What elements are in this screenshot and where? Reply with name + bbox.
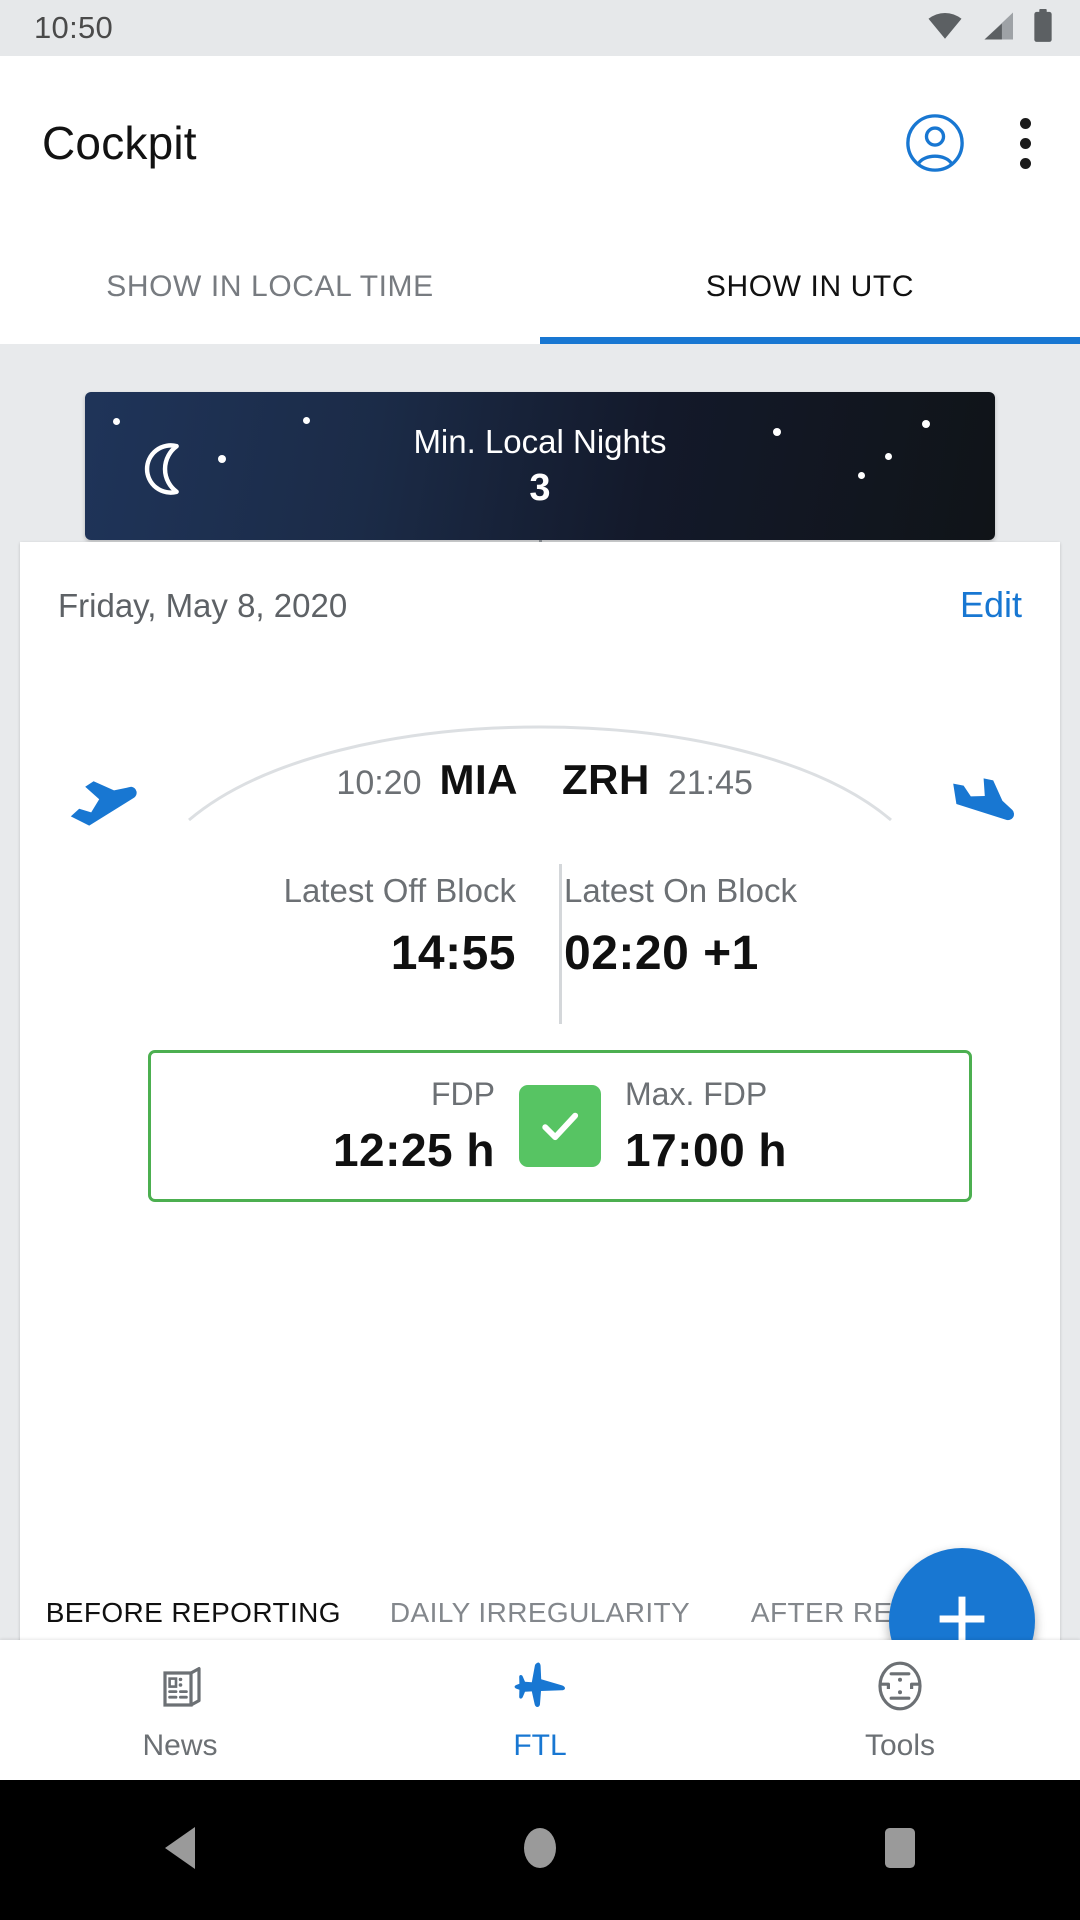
battery-icon <box>1032 8 1054 48</box>
latest-off-block: Latest Off Block 14:55 <box>240 872 540 981</box>
night-banner-label: Min. Local Nights <box>413 422 667 460</box>
tab-label: SHOW IN LOCAL TIME <box>106 270 434 303</box>
route-section: 10:20 MIA ZRH 21:45 <box>20 682 1060 882</box>
more-vert-icon[interactable] <box>1000 112 1050 174</box>
departure-endpoint: 10:20 MIA <box>240 756 540 804</box>
airplane-icon <box>510 1658 570 1719</box>
latest-on-block-label: Latest On Block <box>564 872 797 909</box>
latest-on-block-value: 02:20 +1 <box>564 927 759 980</box>
departure-time: 10:20 <box>336 764 422 802</box>
circle-home-icon <box>520 1823 560 1878</box>
nav-item-news[interactable]: News <box>0 1640 360 1780</box>
tab-label: SHOW IN UTC <box>705 270 915 303</box>
latest-off-block-label: Latest Off Block <box>283 872 516 909</box>
status-bar: 10:50 <box>0 0 1080 56</box>
fdp-summary-box[interactable]: FDP 12:25 h Max. FDP 17:00 h <box>148 1050 972 1202</box>
page-title: Cockpit <box>42 117 197 169</box>
latest-on-block: Latest On Block 02:20 +1 <box>540 872 840 981</box>
check-icon <box>519 1085 601 1167</box>
gauge-icon <box>872 1658 928 1719</box>
time-mode-tabs: SHOW IN LOCAL TIME SHOW IN UTC <box>0 230 1080 344</box>
tab-before-reporting[interactable]: BEFORE REPORTING <box>20 1539 367 1640</box>
duty-card-may-8[interactable]: Friday, May 8, 2020 Edit 10:20 MIA ZRH 2… <box>20 542 1060 1640</box>
tab-show-in-utc[interactable]: SHOW IN UTC <box>540 230 1080 344</box>
status-bar-icons <box>926 8 1054 48</box>
home-button[interactable] <box>360 1823 720 1878</box>
latest-off-block-value: 14:55 <box>390 927 516 980</box>
duty-date: Friday, May 8, 2020 <box>58 587 348 624</box>
tab-show-in-local-time[interactable]: SHOW IN LOCAL TIME <box>0 230 540 344</box>
app-root: 10:50 Cockpit SHOW IN LOCAL TIME SHOW IN… <box>0 0 1080 1920</box>
arrival-endpoint: ZRH 21:45 <box>540 756 840 804</box>
arrival-code: ZRH <box>562 756 650 803</box>
square-recents-icon <box>881 1824 919 1877</box>
nav-item-ftl[interactable]: FTL <box>360 1640 720 1780</box>
fdp-max: Max. FDP 17:00 h <box>601 1076 851 1177</box>
triangle-back-icon <box>157 1823 203 1878</box>
block-times-row: Latest Off Block 14:55 Latest On Block 0… <box>20 872 1060 981</box>
tab-label: DAILY IRREGULARITY <box>389 1597 691 1629</box>
nav-label: News <box>142 1728 218 1762</box>
max-fdp-value: 17:00 h <box>625 1123 788 1176</box>
bottom-navigation: News FTL Tools <box>0 1640 1080 1780</box>
tab-label: BEFORE REPORTING <box>45 1597 341 1629</box>
app-bar: Cockpit <box>0 56 1080 230</box>
recents-button[interactable] <box>720 1824 1080 1877</box>
android-system-nav <box>0 1780 1080 1920</box>
content-scroll-area[interactable]: Min. Local Nights 3 Friday, May 8, 2020 … <box>0 344 1080 1640</box>
app-bar-actions <box>904 112 1050 174</box>
tab-daily-irregularity[interactable]: DAILY IRREGULARITY <box>367 1539 714 1640</box>
back-button[interactable] <box>0 1823 360 1878</box>
nav-label: Tools <box>864 1728 936 1762</box>
account-circle-icon[interactable] <box>904 112 966 174</box>
newspaper-icon <box>152 1658 208 1719</box>
arrival-time: 21:45 <box>667 764 753 802</box>
night-banner-value: 3 <box>529 466 551 509</box>
card-header: Friday, May 8, 2020 Edit <box>58 584 1022 626</box>
wifi-icon <box>926 11 964 46</box>
cellular-signal-icon <box>981 11 1015 46</box>
edit-link[interactable]: Edit <box>960 584 1022 626</box>
fdp-label: FDP <box>431 1075 495 1112</box>
max-fdp-label: Max. FDP <box>625 1075 768 1112</box>
nav-label: FTL <box>513 1728 567 1762</box>
fdp-actual: FDP 12:25 h <box>269 1076 519 1177</box>
nav-item-tools[interactable]: Tools <box>720 1640 1080 1780</box>
status-bar-clock: 10:50 <box>34 10 114 45</box>
fdp-value: 12:25 h <box>332 1123 495 1176</box>
route-endpoints: 10:20 MIA ZRH 21:45 <box>20 756 1060 804</box>
departure-code: MIA <box>439 756 518 803</box>
min-local-nights-banner[interactable]: Min. Local Nights 3 <box>85 392 995 540</box>
night-banner-text: Min. Local Nights 3 <box>85 392 995 540</box>
